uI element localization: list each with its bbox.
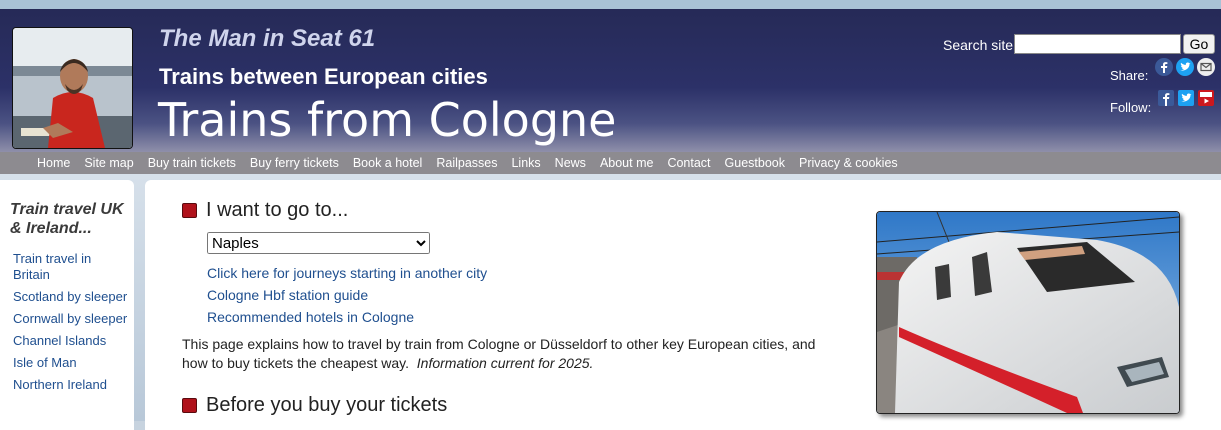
intro-note: Information current for 2025. [416,355,594,371]
nav-contact[interactable]: Contact [660,156,717,170]
search-label: Search site: [943,37,1017,53]
sidebar-item-isle-of-man[interactable]: Isle of Man [13,355,128,371]
station-guide-link[interactable]: Cologne Hbf station guide [207,287,368,303]
page-title: Trains from Cologne [158,93,617,147]
main-nav: Home Site map Buy train tickets Buy ferr… [0,152,1221,174]
sidebar-item-northern-ireland[interactable]: Northern Ireland [13,377,128,393]
nav-news[interactable]: News [548,156,593,170]
sidebar-item-train-travel-britain[interactable]: Train travel in Britain [13,251,128,283]
nav-guestbook[interactable]: Guestbook [718,156,792,170]
nav-buy-ferry-tickets[interactable]: Buy ferry tickets [243,156,346,170]
intro-paragraph: This page explains how to travel by trai… [182,335,842,373]
share-label: Share: [1110,68,1149,83]
sidebar-links: Train travel in Britain Scotland by slee… [13,251,128,399]
page-subtitle: Trains between European cities [159,64,488,89]
sidebar-heading: Train travel UK & Ireland... [10,201,124,237]
heading-bullet [182,398,197,413]
destination-select[interactable]: Naples [207,232,430,254]
nav-privacy-cookies[interactable]: Privacy & cookies [792,156,905,170]
hotels-link[interactable]: Recommended hotels in Cologne [207,309,414,325]
facebook-icon[interactable] [1158,90,1174,106]
youtube-icon[interactable] [1198,90,1214,106]
nav-about-me[interactable]: About me [593,156,661,170]
site-header: The Man in Seat 61 Trains between Europe… [0,9,1221,152]
sidebar: Train travel UK & Ireland... Train trave… [0,180,134,430]
nav-home[interactable]: Home [30,156,77,170]
site-brand[interactable]: The Man in Seat 61 [159,25,375,53]
main-content: I want to go to... Naples Click here for… [145,180,1221,430]
other-city-link[interactable]: Click here for journeys starting in anot… [207,265,487,281]
email-icon[interactable] [1197,58,1215,76]
facebook-icon[interactable] [1155,58,1173,76]
twitter-icon[interactable] [1178,90,1194,106]
follow-label: Follow: [1110,100,1152,115]
top-strip [0,0,1221,9]
author-photo [12,27,133,149]
before-tickets-heading: Before you buy your tickets [206,394,448,416]
heading-bullet [182,203,197,218]
nav-buy-train-tickets[interactable]: Buy train tickets [141,156,243,170]
nav-book-hotel[interactable]: Book a hotel [346,156,430,170]
destination-heading: I want to go to... [206,199,349,221]
nav-railpasses[interactable]: Railpasses [429,156,504,170]
search-input[interactable] [1014,34,1181,54]
twitter-icon[interactable] [1176,58,1194,76]
sidebar-item-scotland-sleeper[interactable]: Scotland by sleeper [13,289,128,305]
nav-links[interactable]: Links [504,156,547,170]
sidebar-item-channel-islands[interactable]: Channel Islands [13,333,128,349]
go-button[interactable]: Go [1183,34,1215,54]
sidebar-item-cornwall-sleeper[interactable]: Cornwall by sleeper [13,311,128,327]
train-photo [876,211,1180,414]
nav-site-map[interactable]: Site map [77,156,140,170]
